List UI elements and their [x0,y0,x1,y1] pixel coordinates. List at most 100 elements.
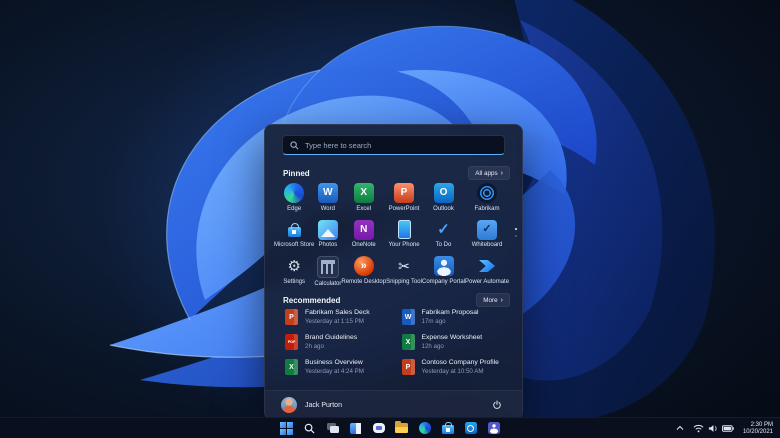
taskbar-teams-button[interactable] [485,420,502,436]
avatar[interactable] [281,397,297,413]
pinned-app-outlook[interactable]: O Outlook [422,180,465,216]
pinned-app-your-phone[interactable]: Your Phone [386,217,422,253]
recommended-item[interactable]: P Fabrikam Sales Deck Yesterday at 1:15 … [283,308,394,326]
fabrikam-icon [477,183,498,203]
calculator-icon [316,256,339,278]
battery-icon [721,424,734,432]
chevron-right-icon: › [500,169,503,177]
wifi-icon [693,424,704,432]
outlook-icon [464,422,477,434]
recommended-grid: P Fabrikam Sales Deck Yesterday at 1:15 … [283,308,510,376]
recommended-item[interactable]: X Expense Worksheet 12h ago [400,333,511,351]
taskbar-start-button[interactable] [278,420,295,436]
clock-time: 2:30 PM [750,421,773,428]
tray-overflow-button[interactable] [674,424,686,432]
pinned-app-powerpoint[interactable]: P PowerPoint [386,180,422,216]
pinned-app-photos[interactable]: Photos [314,217,341,253]
task-view-icon [326,423,339,433]
excel-icon: X [353,183,374,203]
taskbar-task-view-button[interactable] [324,420,341,436]
chevron-right-icon: › [500,296,503,304]
edge-icon [418,422,431,434]
desktop: Type here to search Pinned All apps › Ed… [0,0,780,438]
taskbar-outlook-button[interactable] [462,420,479,436]
pinned-app-whiteboard[interactable]: ✓ Whiteboard [465,217,509,253]
pinned-app-remote-desktop[interactable]: » Remote Desktop [341,253,386,291]
power-automate-icon [477,256,497,276]
pinned-app-power-automate[interactable]: Power Automate [465,253,509,291]
edge-icon [284,183,305,203]
widgets-icon [349,422,362,434]
pinned-header: Pinned All apps › [283,166,510,180]
microsoft-store-icon [284,220,304,240]
taskbar-widgets-button[interactable] [347,420,364,436]
search-icon [290,140,299,149]
settings-gear-icon: ⚙ [287,257,301,275]
all-apps-label: All apps [475,169,498,177]
more-label: More [483,296,498,304]
pdf-doc-icon: PDF [285,334,298,350]
recommended-item[interactable]: PDF Brand Guidelines 2h ago [283,333,394,351]
windows-logo-icon [280,421,293,435]
taskbar-microsoft-store-button[interactable] [439,420,456,436]
teams-icon [487,422,500,434]
recommended-title: Recommended [283,295,341,305]
chevron-up-icon [676,425,684,430]
pinned-app-settings[interactable]: ⚙ Settings [274,253,314,291]
system-tray: 2:30 PM 10/20/2021 [674,418,775,438]
tray-status-button[interactable] [691,423,736,434]
pinned-app-microsoft-store[interactable]: Microsoft Store [274,217,314,253]
user-name[interactable]: Jack Purton [305,402,342,409]
pinned-app-fabrikam[interactable]: Fabrikam [465,180,509,216]
more-button[interactable]: More › [476,293,510,307]
pinned-grid: Edge W Word X Excel P PowerPoint O Outlo… [274,180,509,291]
to-do-icon: ✓ [437,221,450,238]
taskbar-clock[interactable]: 2:30 PM 10/20/2021 [741,421,775,436]
excel-doc-icon: X [285,359,298,375]
outlook-icon: O [433,183,454,203]
company-portal-icon [433,256,454,276]
search-icon [304,423,315,434]
recommended-item[interactable]: P Contoso Company Profile Yesterday at 1… [400,358,511,376]
microsoft-store-icon [441,421,454,434]
all-apps-button[interactable]: All apps › [468,166,510,180]
word-doc-icon: W [401,309,415,325]
onenote-icon: N [353,219,374,240]
search-input[interactable]: Type here to search [282,135,505,155]
pinned-app-word[interactable]: W Word [314,180,341,216]
power-icon [493,400,501,409]
pinned-app-snipping-tool[interactable]: ✂ Snipping Tool [386,253,422,291]
start-menu: Type here to search Pinned All apps › Ed… [264,124,523,420]
powerpoint-doc-icon: P [401,359,415,375]
clock-date: 10/20/2021 [742,428,773,435]
taskbar-search-button[interactable] [301,420,318,436]
snipping-tool-scissors-icon: ✂ [398,258,410,274]
recommended-item[interactable]: W Fabrikam Proposal 17m ago [400,308,511,326]
recommended-item[interactable]: X Business Overview Yesterday at 4:24 PM [283,358,394,376]
pinned-app-calculator[interactable]: Calculator [314,253,341,291]
excel-doc-icon: X [401,334,415,350]
search-placeholder: Type here to search [305,140,372,150]
speaker-icon [708,424,717,432]
pinned-app-excel[interactable]: X Excel [341,180,386,216]
power-button[interactable] [488,396,506,414]
remote-desktop-icon: » [353,256,374,276]
powerpoint-icon: P [394,183,415,203]
word-icon: W [317,183,338,203]
folder-icon [395,421,408,433]
pinned-app-to-do[interactable]: ✓ To Do [422,217,465,253]
taskbar-edge-button[interactable] [416,420,433,436]
user-bar: Jack Purton [265,390,522,419]
pinned-app-company-portal[interactable]: Company Portal [422,253,465,291]
taskbar-center-icons [278,418,502,438]
chat-bubble-icon [372,423,385,433]
taskbar-file-explorer-button[interactable] [393,420,410,436]
pinned-app-edge[interactable]: Edge [274,180,314,216]
pinned-scroll-indicator[interactable] [515,228,517,237]
pinned-title: Pinned [283,168,310,178]
taskbar-chat-button[interactable] [370,420,387,436]
taskbar: 2:30 PM 10/20/2021 [0,417,780,438]
recommended-header: Recommended More › [283,293,510,307]
your-phone-icon [394,220,414,240]
pinned-app-onenote[interactable]: N OneNote [341,217,386,253]
